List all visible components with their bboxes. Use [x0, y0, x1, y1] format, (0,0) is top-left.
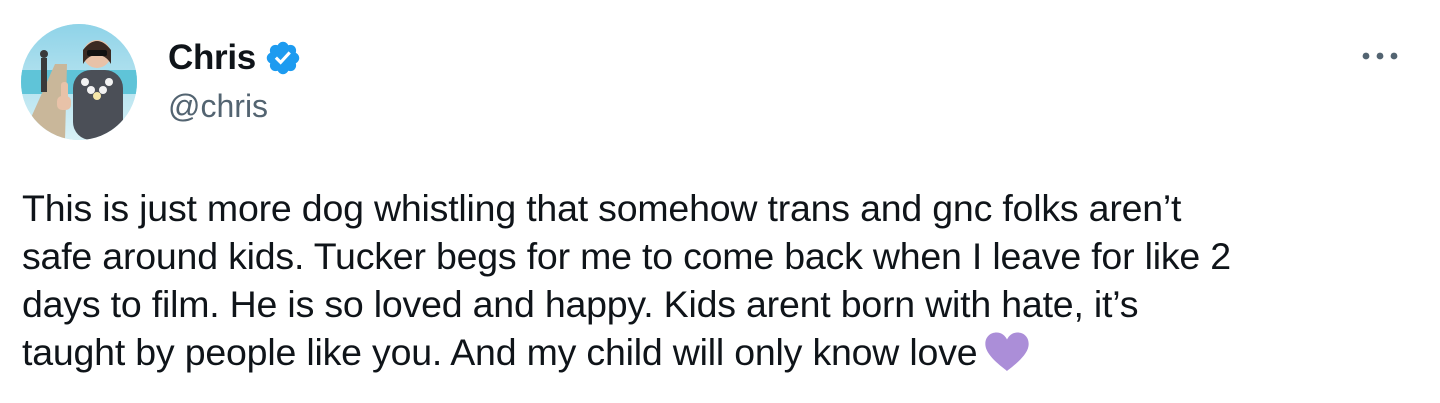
author-display-name[interactable]: Chris — [168, 36, 256, 80]
tweet-card: Chris @chris This is just more dog whist… — [0, 0, 1440, 403]
verified-badge-icon[interactable] — [264, 39, 302, 77]
tweet-text-line-last: taught by people like you. And my child … — [22, 328, 1422, 376]
tweet-text-line: This is just more dog whistling that som… — [22, 187, 1182, 229]
tweet-text-segment: taught by people like you. And my child … — [22, 331, 978, 373]
tweet-text-line: safe around kids. Tucker begs for me to … — [22, 235, 1231, 277]
purple-heart-icon — [983, 331, 1031, 373]
tweet-text: This is just more dog whistling that som… — [22, 184, 1422, 376]
more-options-button[interactable] — [1358, 38, 1402, 74]
author-handle[interactable]: @chris — [168, 86, 268, 126]
avatar-photo — [21, 24, 137, 140]
author-name-row: Chris — [168, 36, 302, 80]
more-options-icon — [1362, 52, 1398, 60]
avatar[interactable] — [21, 24, 137, 140]
tweet-text-line: days to film. He is so loved and happy. … — [22, 283, 1139, 325]
